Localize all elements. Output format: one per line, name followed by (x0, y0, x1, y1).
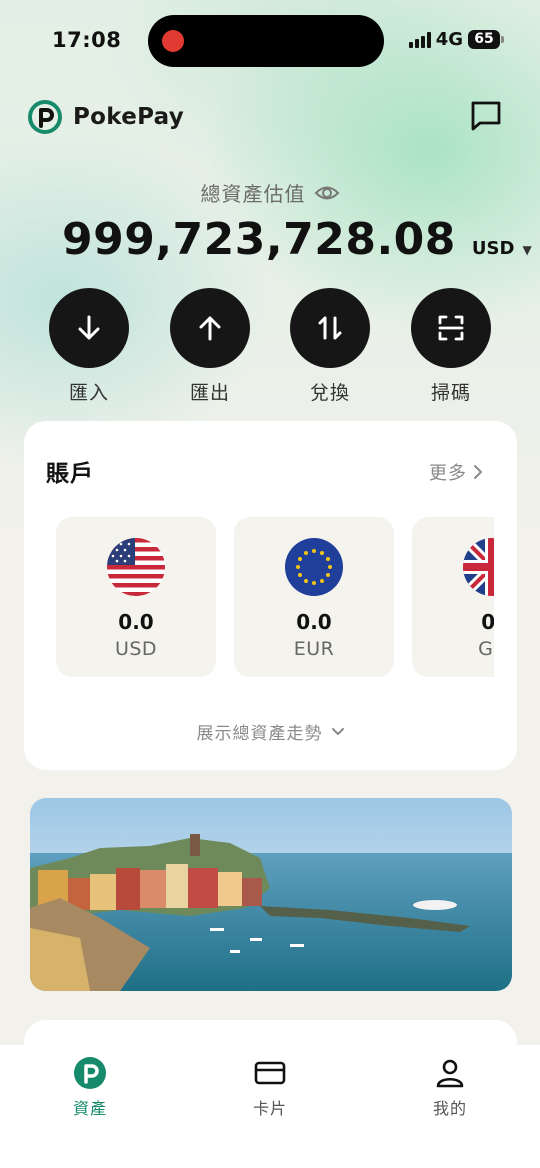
accounts-card: 賬戶 更多 0.0 USD 0.0 EUR 0 G 展示總資產走勢 (24, 421, 517, 770)
exchange-button[interactable]: 兌換 (285, 288, 375, 405)
exchange-label: 兌換 (309, 382, 350, 404)
more-label: 更多 (429, 463, 467, 484)
eu-flag-icon (285, 538, 343, 596)
app-name: PokePay (73, 104, 185, 130)
pokepay-tab-icon (74, 1057, 106, 1089)
scan-label: 掃碼 (430, 382, 471, 404)
arrow-up-icon (199, 316, 221, 341)
scan-button[interactable]: 掃碼 (406, 288, 496, 405)
tab-cards[interactable]: 卡片 (210, 1057, 330, 1119)
status-time: 17:08 (52, 28, 122, 52)
tab-assets-label: 資產 (72, 1099, 107, 1118)
recording-indicator (162, 30, 184, 52)
status-indicators: 4G 65 (408, 29, 504, 50)
currency-amount: 0.0 (118, 610, 154, 634)
battery-icon: 65 (468, 30, 504, 49)
caret-down-icon[interactable]: ▼ (522, 243, 531, 257)
currency-code: GE (478, 638, 494, 660)
balance-label-row: 總資產估值 (0, 178, 540, 207)
pokepay-logo-icon (28, 100, 62, 134)
chevron-right-icon (474, 465, 482, 479)
profile-icon (436, 1059, 464, 1088)
tab-profile-label: 我的 (432, 1099, 467, 1118)
exchange-button-circle[interactable] (290, 288, 370, 368)
withdraw-label: 匯出 (189, 382, 230, 404)
deposit-button[interactable]: 匯入 (44, 288, 134, 405)
currency-amount: 0. (481, 610, 494, 634)
scan-button-circle[interactable] (411, 288, 491, 368)
withdraw-button[interactable]: 匯出 (165, 288, 255, 405)
signal-icon (408, 31, 431, 48)
app-brand: PokePay (28, 100, 184, 134)
coastal-town-image (30, 798, 512, 991)
accounts-more-link[interactable]: 更多 (429, 459, 483, 485)
currency-selector[interactable]: USD (472, 238, 515, 259)
deposit-label: 匯入 (68, 382, 109, 404)
currency-card-eur[interactable]: 0.0 EUR (234, 517, 394, 677)
balance-label: 總資產估值 (200, 182, 306, 206)
card-icon (254, 1061, 286, 1085)
currency-code: USD (114, 638, 158, 660)
swap-icon (318, 316, 342, 340)
tab-profile[interactable]: 我的 (390, 1057, 510, 1119)
deposit-button-circle[interactable] (49, 288, 129, 368)
withdraw-button-circle[interactable] (170, 288, 250, 368)
trend-label: 展示總資產走勢 (196, 724, 323, 744)
accounts-title: 賬戶 (46, 461, 94, 487)
us-flag-icon (107, 538, 165, 596)
currency-amount: 0.0 (296, 610, 332, 634)
arrow-down-icon (78, 315, 100, 340)
network-type: 4G (435, 29, 463, 50)
eye-icon[interactable] (314, 183, 340, 203)
balance-amount: 999,723,728.08 (62, 214, 456, 265)
tab-assets[interactable]: 資產 (30, 1057, 150, 1119)
balance-row: 999,723,728.08 USD ▼ (62, 214, 532, 265)
show-trend-toggle[interactable]: 展示總資產走勢 (24, 719, 517, 744)
currency-card-gbp[interactable]: 0. GE (412, 517, 494, 677)
chevron-down-icon (331, 727, 344, 735)
currency-code: EUR (293, 638, 335, 660)
bottom-tab-bar: 資產 卡片 我的 (0, 1045, 540, 1168)
dynamic-island (148, 15, 384, 67)
tab-cards-label: 卡片 (252, 1099, 287, 1118)
scan-icon (438, 315, 464, 341)
currency-carousel[interactable]: 0.0 USD 0.0 EUR 0 G (54, 517, 494, 679)
promo-banner[interactable] (30, 798, 512, 991)
currency-card-usd[interactable]: 0.0 USD (56, 517, 216, 677)
message-icon[interactable] (468, 98, 504, 134)
gb-flag-icon (463, 538, 494, 596)
